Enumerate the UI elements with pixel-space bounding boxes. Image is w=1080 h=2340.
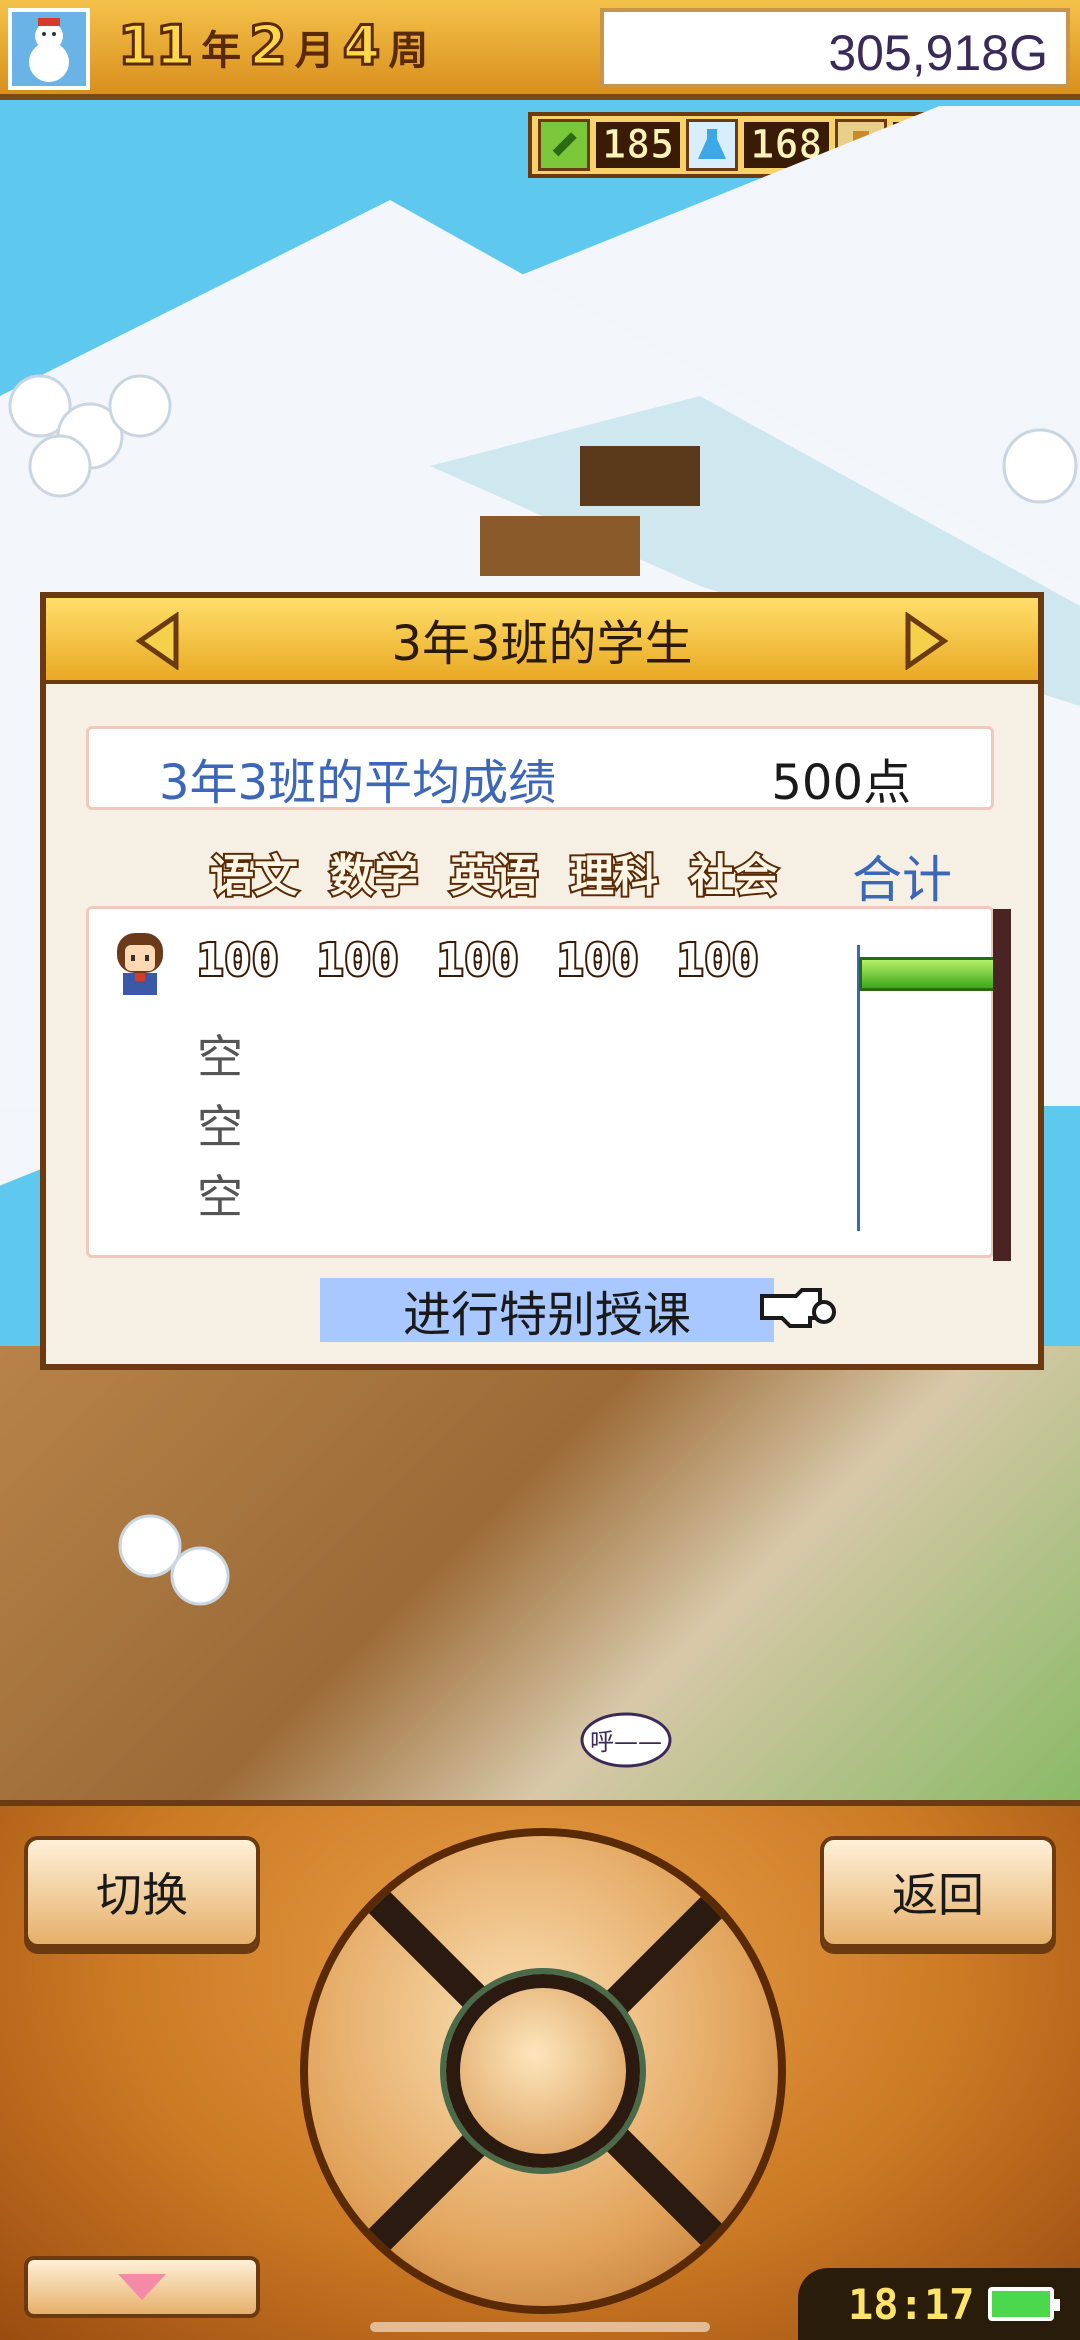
down-arrow-icon: [118, 2274, 166, 2300]
switch-button[interactable]: 切换: [24, 1836, 260, 1948]
money-display: 305,918G: [600, 8, 1070, 88]
score-science: 100: [555, 933, 641, 988]
date-month: 2: [248, 13, 289, 79]
date-year-unit: 年: [201, 28, 242, 74]
score-math: 100: [315, 933, 401, 988]
score-social: 100: [675, 933, 761, 988]
snowman-season-icon: [8, 8, 90, 90]
student-row[interactable]: 100 100 100 100 100: [89, 925, 991, 995]
pointing-hand-icon: [760, 1288, 836, 1328]
battery-icon: [988, 2287, 1061, 2321]
dialog-title: 3年3班的学生: [391, 616, 693, 672]
home-indicator[interactable]: [370, 2322, 710, 2332]
next-class-arrow-icon[interactable]: [900, 612, 952, 670]
score-chinese: 100: [195, 933, 281, 988]
direction-pad[interactable]: [300, 1828, 786, 2314]
class-students-dialog: 3年3班的学生 3年3班的平均成绩 500点 语文 数学 英语 理科 社会 合计…: [40, 592, 1044, 1370]
student-list[interactable]: 100 100 100 100 100 空 空 空: [86, 906, 1011, 1261]
score-english: 100: [435, 933, 521, 988]
top-status-bar: 11 年 2 月 4 周 305,918G: [0, 0, 1080, 100]
speech-bubble: 呼——: [580, 1712, 672, 1768]
clock-time: 18:17: [848, 2279, 975, 2329]
subject-english: 英语: [448, 849, 540, 904]
class-average-panel: 3年3班的平均成绩 500点: [86, 726, 994, 811]
menu-toggle-button[interactable]: [24, 2256, 260, 2318]
subject-chinese: 语文: [208, 849, 300, 904]
control-panel: 切换 返回 18:17: [0, 1800, 1080, 2340]
empty-slot: 空: [197, 1030, 243, 1084]
device-status: 18:17: [798, 2268, 1080, 2340]
student-avatar-icon: [117, 933, 163, 995]
subject-total: 合计: [852, 851, 952, 909]
total-score-bar: [859, 957, 1009, 991]
list-scrollbar[interactable]: [993, 909, 1011, 1261]
switch-label: 切换: [96, 1868, 188, 1922]
dpad-center-button[interactable]: [446, 1974, 640, 2168]
empty-slot: 空: [197, 1170, 243, 1224]
battery-level: [992, 2291, 1051, 2317]
back-label: 返回: [892, 1868, 984, 1922]
date-month-unit: 月: [294, 28, 335, 74]
subject-header-row: 语文 数学 英语 理科 社会 合计: [46, 836, 1038, 909]
game-date: 11 年 2 月 4 周: [116, 13, 429, 79]
prev-class-arrow-icon[interactable]: [132, 612, 184, 670]
special-lesson-label: 进行特别授课: [402, 1287, 691, 1343]
date-week-unit: 周: [388, 28, 429, 74]
empty-slot: 空: [197, 1100, 243, 1154]
money-amount: 305,918G: [828, 25, 1048, 81]
average-score: 500点: [771, 755, 911, 811]
subject-social: 社会: [688, 849, 780, 904]
date-week: 4: [341, 13, 382, 79]
date-year: 11: [116, 13, 194, 79]
dialog-header: 3年3班的学生: [46, 598, 1038, 684]
speech-bubble-text: 呼——: [590, 1728, 662, 1756]
subject-math: 数学: [328, 849, 420, 904]
back-button[interactable]: 返回: [820, 1836, 1056, 1948]
subject-science: 理科: [568, 849, 660, 904]
average-label: 3年3班的平均成绩: [159, 755, 557, 811]
special-lesson-button[interactable]: 进行特别授课: [320, 1278, 774, 1343]
